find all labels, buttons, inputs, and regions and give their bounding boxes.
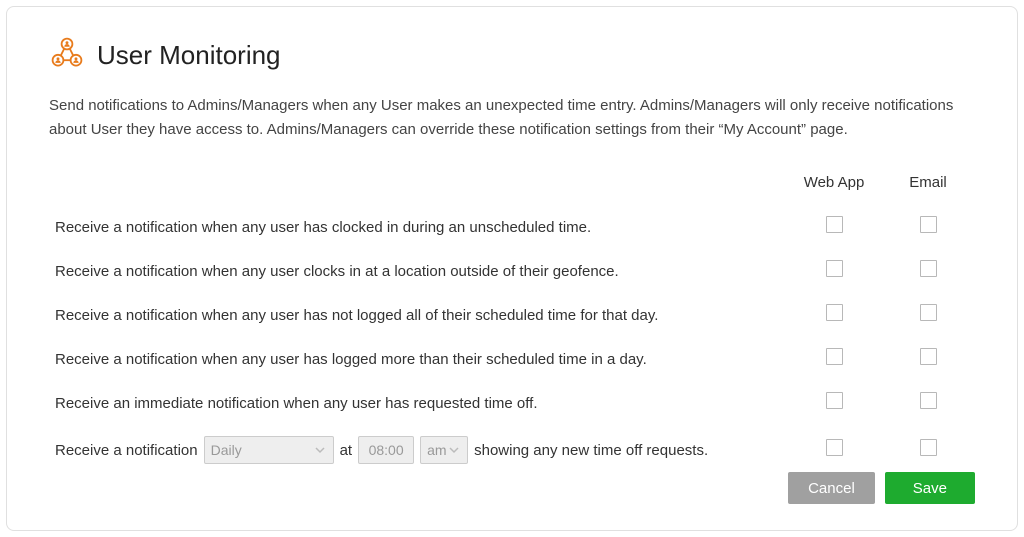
webapp-checkbox[interactable] [826, 260, 843, 277]
panel-description: Send notifications to Admins/Managers wh… [49, 94, 975, 142]
webapp-checkbox[interactable] [826, 439, 843, 456]
table-row: Receive a notification when any user has… [49, 337, 975, 381]
user-monitoring-icon [49, 35, 85, 76]
email-checkbox[interactable] [920, 260, 937, 277]
row-label: Receive a notification when any user clo… [49, 263, 787, 280]
column-header-webapp: Web App [787, 174, 881, 191]
notification-table: Web App Email Receive a notification whe… [49, 168, 975, 475]
email-checkbox[interactable] [920, 439, 937, 456]
page-title: User Monitoring [97, 40, 281, 71]
email-checkbox[interactable] [920, 348, 937, 365]
email-checkbox[interactable] [920, 216, 937, 233]
save-button[interactable]: Save [885, 472, 975, 504]
table-row: Receive a notification when any user has… [49, 205, 975, 249]
panel-footer: Cancel Save [788, 472, 975, 504]
cancel-button[interactable]: Cancel [788, 472, 875, 504]
time-input[interactable]: 08:00 [358, 436, 414, 464]
table-row: Receive an immediate notification when a… [49, 381, 975, 425]
ampm-select[interactable]: am [420, 436, 468, 464]
table-row: Receive a notification when any user clo… [49, 249, 975, 293]
row-label: Receive a notification when any user has… [49, 351, 787, 368]
time-value: 08:00 [369, 442, 404, 458]
webapp-checkbox[interactable] [826, 304, 843, 321]
chevron-down-icon [313, 443, 327, 457]
webapp-checkbox[interactable] [826, 216, 843, 233]
webapp-checkbox[interactable] [826, 348, 843, 365]
row-label: Receive a notification when any user has… [49, 307, 787, 324]
table-row-schedule: Receive a notification Daily at 08:00 am [49, 425, 975, 475]
panel-header: User Monitoring [49, 35, 975, 76]
table-row: Receive a notification when any user has… [49, 293, 975, 337]
user-monitoring-panel: User Monitoring Send notifications to Ad… [6, 6, 1018, 531]
webapp-checkbox[interactable] [826, 392, 843, 409]
email-checkbox[interactable] [920, 392, 937, 409]
table-header-row: Web App Email [49, 168, 975, 205]
schedule-suffix: showing any new time off requests. [474, 442, 708, 459]
frequency-value: Daily [211, 442, 242, 458]
column-header-email: Email [881, 174, 975, 191]
schedule-at-label: at [340, 442, 353, 459]
ampm-value: am [427, 442, 446, 458]
email-checkbox[interactable] [920, 304, 937, 321]
frequency-select[interactable]: Daily [204, 436, 334, 464]
chevron-down-icon [447, 443, 461, 457]
schedule-prefix: Receive a notification [55, 442, 198, 459]
row-label: Receive a notification when any user has… [49, 219, 787, 236]
row-label: Receive an immediate notification when a… [49, 395, 787, 412]
